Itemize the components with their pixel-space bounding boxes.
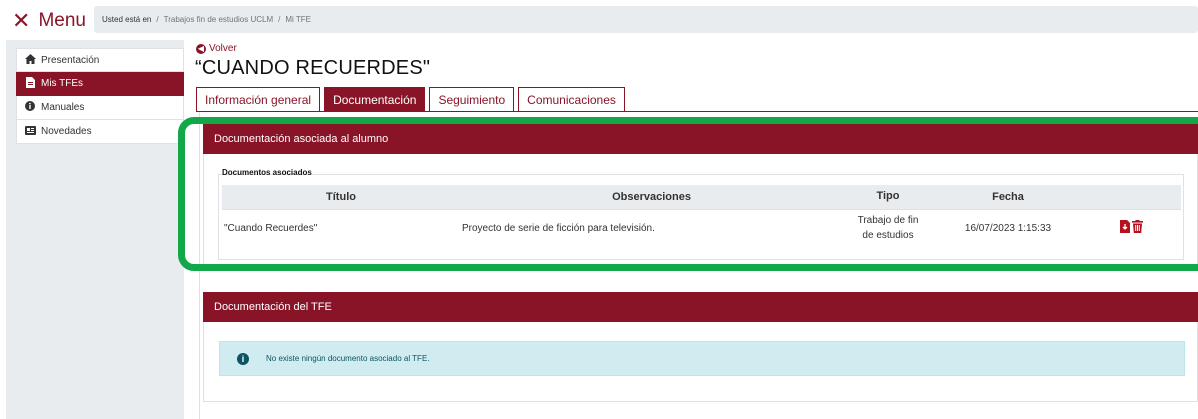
sidebar-item-label: Manuales: [41, 102, 85, 113]
table-header-row: Título Observaciones Tipo Fecha: [222, 185, 1181, 209]
back-link[interactable]: ◀ Volver: [196, 43, 237, 54]
cell-actions: [1081, 208, 1181, 247]
breadcrumb-separator: /: [156, 15, 159, 24]
breadcrumb: Usted está en / Trabajos fin de estudios…: [94, 6, 1198, 33]
sidebar: Presentación Mis TFEs Manuales Novedades: [6, 40, 184, 419]
breadcrumb-separator: /: [278, 15, 281, 24]
sidebar-item-mis-tfes[interactable]: Mis TFEs: [16, 72, 184, 96]
home-icon: [24, 53, 36, 67]
sidebar-item-novedades[interactable]: Novedades: [16, 120, 184, 144]
back-arrow-icon: ◀: [196, 43, 206, 54]
cell-tipo-line: de estudios: [862, 230, 914, 242]
back-label: Volver: [209, 43, 237, 54]
column-header-fecha[interactable]: Fecha: [935, 185, 1081, 209]
cell-tipo-line: Trabajo de fin: [857, 215, 919, 227]
column-header-titulo[interactable]: Título: [222, 185, 458, 209]
sidebar-item-label: Novedades: [41, 126, 92, 137]
sidebar-item-manuales[interactable]: Manuales: [16, 96, 184, 120]
tab-comunicaciones[interactable]: Comunicaciones: [518, 87, 625, 111]
page-title: “CUANDO RECUERDES": [195, 57, 431, 79]
newspaper-icon: [24, 125, 36, 138]
menu-toggle-button[interactable]: ✕ Menu: [12, 9, 86, 33]
delete-trash-icon[interactable]: [1131, 220, 1143, 236]
breadcrumb-prefix: Usted está en: [102, 15, 152, 24]
tab-bar: Información general Documentación Seguim…: [196, 87, 625, 111]
info-message: No existe ningún documento asociado al T…: [266, 354, 430, 363]
table-row: "Cuando Recuerdes" Proyecto de serie de …: [222, 208, 1181, 247]
panel-heading-text: Documentación del TFE: [214, 301, 332, 313]
documents-table: Título Observaciones Tipo Fecha "Cuando …: [222, 185, 1181, 247]
sidebar-item-label: Presentación: [41, 54, 100, 66]
panel-heading-tfe: Documentación del TFE: [203, 292, 1198, 322]
column-header-observaciones[interactable]: Observaciones: [458, 185, 841, 209]
cell-fecha: 16/07/2023 1:15:33: [935, 208, 1081, 247]
info-icon: i: [237, 352, 249, 365]
panel-heading-text: Documentación asociada al alumno: [214, 133, 389, 145]
info-alert: i No existe ningún documento asociado al…: [219, 341, 1185, 376]
column-header-tipo[interactable]: Tipo: [841, 185, 935, 209]
breadcrumb-item[interactable]: Trabajos fin de estudios UCLM: [164, 15, 274, 24]
close-icon: ✕: [12, 8, 31, 33]
tab-seguimiento[interactable]: Seguimiento: [429, 87, 515, 111]
documents-legend: Documentos asociados: [222, 168, 312, 177]
sidebar-item-presentacion[interactable]: Presentación: [16, 48, 184, 72]
cell-observaciones: Proyecto de serie de ficción para televi…: [458, 208, 841, 247]
breadcrumb-item[interactable]: Mi TFE: [285, 15, 311, 24]
cell-tipo: Trabajo de fin de estudios: [841, 208, 935, 247]
info-icon: [24, 101, 36, 114]
top-bar: ✕ Menu Usted está en / Trabajos fin de e…: [0, 0, 1198, 40]
document-icon: [24, 76, 36, 91]
menu-label: Menu: [38, 10, 86, 31]
row-actions: [1119, 220, 1143, 236]
tab-informacion-general[interactable]: Información general: [196, 87, 321, 111]
column-header-actions: [1081, 185, 1181, 209]
panel-heading-alumno: Documentación asociada al alumno: [203, 124, 1198, 154]
tab-documentacion[interactable]: Documentación: [324, 87, 426, 111]
download-pdf-icon[interactable]: [1119, 220, 1130, 236]
sidebar-item-label: Mis TFEs: [41, 78, 84, 89]
cell-titulo: "Cuando Recuerdes": [222, 208, 458, 247]
